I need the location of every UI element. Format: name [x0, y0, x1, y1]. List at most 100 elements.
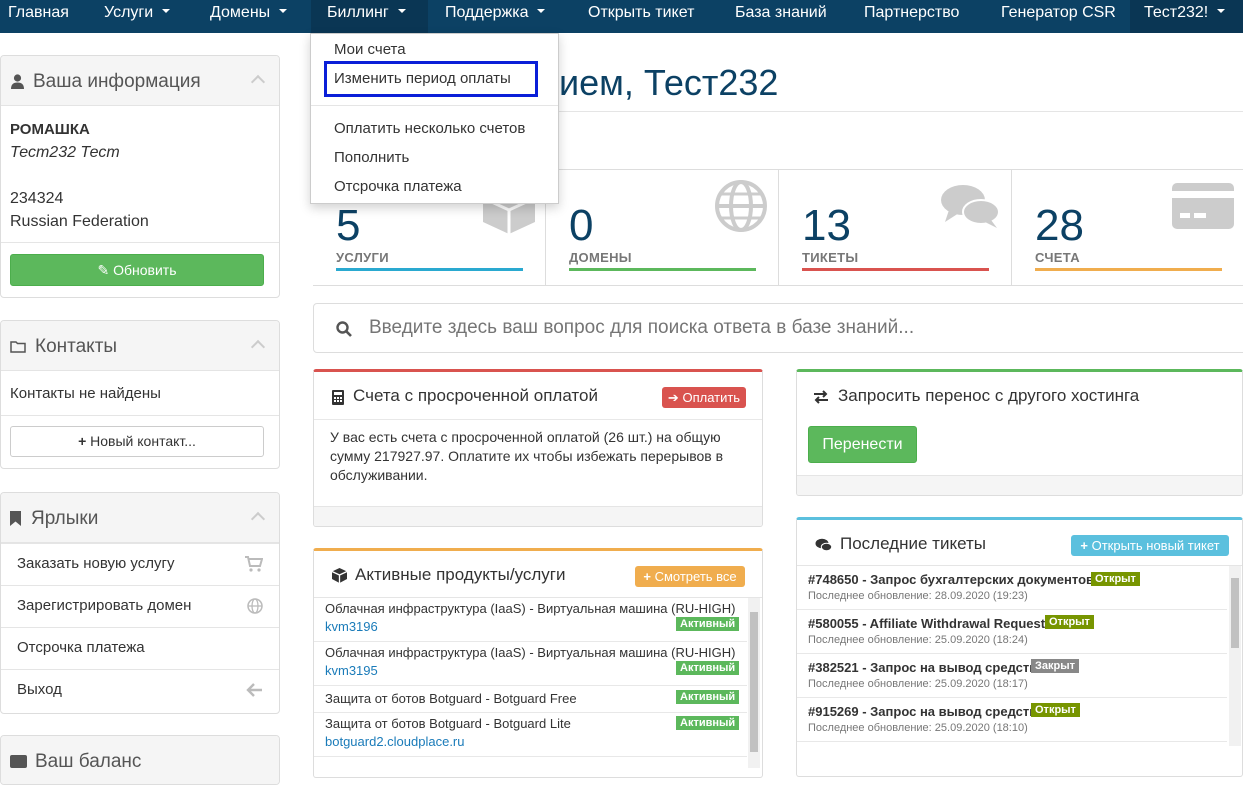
ticket-title: #580055 - Affiliate Withdrawal Request — [808, 616, 1046, 631]
product-domain-link[interactable]: kvm3196 — [325, 619, 378, 634]
nav-user-label: Тест232! — [1144, 4, 1209, 21]
ticket-updated: Последнее обновление: 25.09.2020 (18:17) — [808, 678, 1028, 690]
exchange-icon — [814, 390, 828, 404]
product-row[interactable]: Облачная инфраструктура (IaaS) - Виртуал… — [314, 642, 747, 686]
nav-user-menu[interactable]: Тест232! — [1130, 0, 1243, 33]
menu-change-billing-period[interactable]: Изменить период оплаты — [334, 70, 511, 87]
stat-tickets[interactable]: 13 ТИКЕТЫ — [779, 170, 1012, 285]
shortcut-label: Зарегистрировать домен — [17, 597, 192, 614]
nav-billing-label: Биллинг — [327, 4, 389, 21]
stat-value: 28 — [1035, 201, 1084, 250]
caret-down-icon — [537, 9, 546, 14]
products-scrollbar[interactable] — [748, 598, 760, 768]
search-icon — [336, 321, 352, 337]
tickets-scrollbar[interactable] — [1229, 566, 1241, 746]
shortcut-order-service[interactable]: Заказать новую услугу — [1, 543, 279, 585]
stat-label: СЧЕТА — [1035, 250, 1080, 265]
overdue-invoices-panel: Счета с просроченной оплатой ➔ Оплатить … — [313, 369, 763, 527]
panel-footer — [1, 242, 279, 243]
open-new-ticket-label: Открыть новый тикет — [1091, 538, 1220, 553]
nav-domains[interactable]: Домены — [210, 0, 288, 33]
nav-services-label: Услуги — [104, 4, 154, 21]
credit-card-icon — [1172, 183, 1234, 229]
product-domain-link[interactable]: kvm3195 — [325, 663, 378, 678]
ticket-title: #915269 - Запрос на вывод средств — [808, 704, 1038, 719]
nav-kb-label: База знаний — [735, 4, 827, 21]
nav-services[interactable]: Услуги — [104, 0, 171, 33]
ticket-row[interactable]: #915269 - Запрос на вывод средств Послед… — [797, 698, 1227, 742]
nav-csr-label: Генератор CSR — [1001, 4, 1116, 21]
products-title: Активные продукты/услуги — [355, 565, 566, 584]
transfer-title: Запросить перенос с другого хостинга — [838, 386, 1140, 405]
kb-search-input[interactable] — [369, 314, 1229, 342]
update-button[interactable]: ✎ Обновить — [10, 254, 264, 286]
pencil-icon: ✎ — [97, 262, 110, 278]
product-row[interactable]: Облачная инфраструктура (IaaS) - Виртуал… — [314, 598, 747, 642]
scrollbar-thumb[interactable] — [1231, 578, 1239, 648]
contacts-header[interactable]: Контакты — [1, 321, 279, 371]
ticket-row[interactable]: #382521 - Запрос на вывод средств Послед… — [797, 654, 1227, 698]
view-all-label: Смотреть все — [654, 569, 737, 584]
your-info-header[interactable]: Ваша информация — [1, 56, 279, 106]
chevron-up-icon[interactable] — [250, 339, 266, 355]
pay-button[interactable]: ➔ Оплатить — [662, 387, 746, 408]
product-name: Защита от ботов Botguard - Botguard Lite — [325, 716, 571, 731]
contacts-title: Контакты — [35, 336, 118, 357]
arrow-left-icon — [246, 683, 262, 697]
kb-search-box[interactable] — [313, 303, 1243, 353]
balance-header[interactable]: Ваш баланс — [1, 736, 279, 784]
nav-affiliates[interactable]: Партнерство — [864, 0, 959, 33]
menu-my-invoices[interactable]: Мои счета — [334, 41, 406, 58]
panel-footer — [797, 475, 1242, 495]
ticket-row[interactable]: #748650 - Запрос бухгалтерских документо… — [797, 566, 1227, 610]
folder-icon — [10, 341, 26, 353]
open-new-ticket-button[interactable]: + Открыть новый тикет — [1071, 535, 1229, 556]
nav-csr-generator[interactable]: Генератор CSR — [1001, 0, 1116, 33]
transfer-button[interactable]: Перенести — [808, 426, 917, 463]
transfer-panel: Запросить перенос с другого хостинга Пер… — [796, 369, 1243, 496]
menu-mass-pay[interactable]: Оплатить несколько счетов — [334, 120, 525, 137]
product-row[interactable]: Защита от ботов Botguard - Botguard Free… — [314, 686, 747, 713]
globe-icon — [247, 598, 263, 614]
menu-payment-deferral[interactable]: Отсрочка платежа — [334, 178, 462, 195]
tickets-title: Последние тикеты — [840, 534, 986, 553]
shortcut-logout[interactable]: Выход — [1, 669, 279, 711]
nav-open-ticket[interactable]: Открыть тикет — [588, 0, 694, 33]
bookmark-icon — [10, 511, 21, 526]
product-domain-link[interactable]: botguard2.cloudplace.ru — [325, 734, 465, 749]
shortcut-register-domain[interactable]: Зарегистрировать домен — [1, 585, 279, 627]
shortcut-payment-deferral[interactable]: Отсрочка платежа — [1, 627, 279, 669]
country: Russian Federation — [10, 213, 149, 230]
stat-underline — [1035, 268, 1222, 271]
view-all-button[interactable]: + Смотреть все — [635, 566, 745, 587]
ticket-status-badge: Открыт — [1091, 572, 1140, 586]
nav-knowledgebase[interactable]: База знаний — [735, 0, 827, 33]
contacts-empty: Контакты не найдены — [10, 385, 161, 402]
shortcut-label: Заказать новую услугу — [17, 555, 175, 572]
scrollbar-thumb[interactable] — [750, 612, 758, 752]
nav-home[interactable]: Главная — [8, 0, 69, 33]
chevron-up-icon[interactable] — [250, 74, 266, 90]
ticket-row[interactable]: #580055 - Affiliate Withdrawal Request П… — [797, 610, 1227, 654]
product-name: Облачная инфраструктура (IaaS) - Виртуал… — [325, 601, 736, 616]
product-row[interactable]: Защита от ботов Botguard - Botguard Lite… — [314, 713, 747, 757]
cart-icon — [245, 556, 263, 572]
nav-support[interactable]: Поддержка — [445, 0, 546, 33]
nav-domains-label: Домены — [210, 4, 271, 21]
contacts-panel: Контакты Контакты не найдены + Новый кон… — [0, 320, 280, 469]
caret-down-icon — [162, 9, 171, 14]
stat-invoices[interactable]: 28 СЧЕТА — [1012, 170, 1243, 285]
status-badge: Активный — [676, 661, 740, 675]
shortcuts-header[interactable]: Ярлыки — [1, 493, 279, 543]
active-products-panel: Активные продукты/услуги + Смотреть все … — [313, 548, 763, 778]
chevron-up-icon[interactable] — [250, 511, 266, 527]
caret-down-icon — [1217, 9, 1226, 14]
shortcuts-title: Ярлыки — [31, 508, 99, 529]
nav-billing[interactable]: Биллинг — [311, 0, 428, 33]
nav-partners-label: Партнерство — [864, 4, 960, 21]
shortcut-label: Отсрочка платежа — [17, 639, 145, 656]
menu-add-funds[interactable]: Пополнить — [334, 149, 409, 166]
your-info-panel: Ваша информация РОМАШКА Тест232 Тест 234… — [0, 55, 280, 298]
stat-domains[interactable]: 0 ДОМЕНЫ — [546, 170, 779, 285]
new-contact-button[interactable]: + Новый контакт... — [10, 426, 264, 457]
